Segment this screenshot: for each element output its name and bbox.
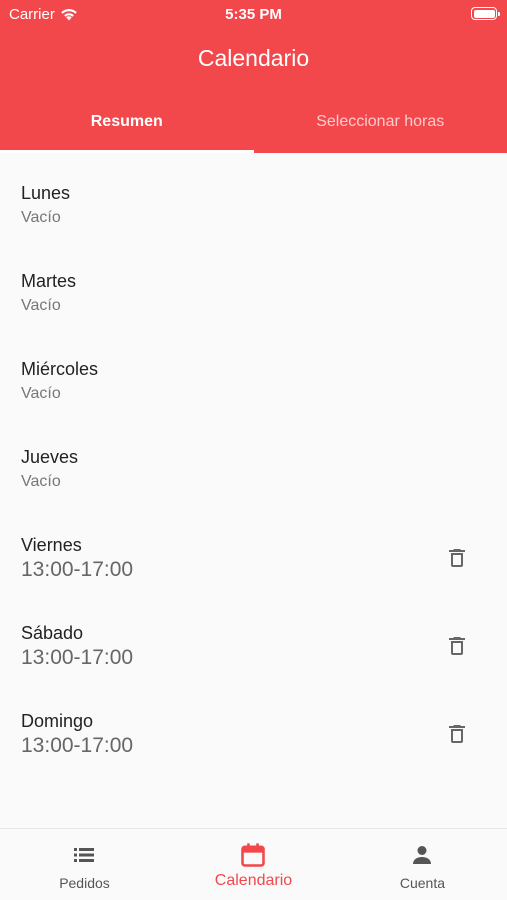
nav-label-calendario: Calendario [214, 872, 293, 889]
day-hours: 13:00-17:00 [21, 734, 134, 757]
calendar-icon [241, 843, 266, 867]
trash-icon[interactable] [445, 634, 469, 658]
battery-icon [471, 7, 500, 20]
list-item-domingo: Domingo 13:00-17:00 [0, 681, 507, 769]
day-name: Lunes [21, 183, 71, 203]
day-name: Jueves [21, 447, 79, 467]
day-name: Martes [21, 271, 77, 291]
day-value: Vacío [21, 209, 61, 226]
nav-label-cuenta: Cuenta [399, 875, 446, 891]
tab-resumen[interactable]: Resumen [0, 100, 254, 153]
list-item-miercoles: Miércoles Vacío [0, 329, 507, 417]
tab-seleccionar-horas[interactable]: Seleccionar horas [254, 100, 507, 153]
tab-bar: Resumen Seleccionar horas [0, 100, 507, 153]
app-header: Carrier 5:35 PM Calendario Resumen Selec… [0, 0, 507, 153]
day-name: Miércoles [21, 359, 99, 379]
list-item-jueves: Jueves Vacío [0, 417, 507, 505]
day-name: Viernes [21, 535, 82, 555]
list-item-lunes: Lunes Vacío [0, 153, 507, 241]
list-item-viernes: Viernes 13:00-17:00 [0, 505, 507, 593]
weekly-schedule-list: Lunes Vacío Martes Vacío Miércoles Vacío… [0, 153, 507, 769]
bottom-navigation: Pedidos Calendario Cuenta [0, 828, 507, 900]
day-name: Sábado [21, 623, 84, 643]
day-value: Vacío [21, 473, 61, 490]
nav-item-cuenta[interactable]: Cuenta [338, 829, 507, 900]
day-name: Domingo [21, 711, 94, 731]
nav-item-pedidos[interactable]: Pedidos [0, 829, 169, 900]
list-icon [74, 848, 95, 862]
page-title: Calendario [197, 45, 310, 71]
status-time: 5:35 PM [225, 6, 282, 23]
status-bar: Carrier 5:35 PM [0, 0, 507, 28]
day-value: Vacío [21, 297, 61, 314]
list-item-martes: Martes Vacío [0, 241, 507, 329]
person-icon [413, 846, 432, 864]
tab-seleccionar-horas-label: Seleccionar horas [316, 113, 445, 130]
list-item-sabado: Sábado 13:00-17:00 [0, 593, 507, 681]
day-value: Vacío [21, 385, 61, 402]
trash-icon[interactable] [445, 722, 469, 746]
tab-resumen-label: Resumen [90, 113, 163, 130]
trash-icon[interactable] [445, 546, 469, 570]
nav-item-calendario[interactable]: Calendario [169, 829, 338, 900]
nav-label-pedidos: Pedidos [59, 875, 110, 891]
day-hours: 13:00-17:00 [21, 558, 134, 581]
day-hours: 13:00-17:00 [21, 646, 134, 669]
